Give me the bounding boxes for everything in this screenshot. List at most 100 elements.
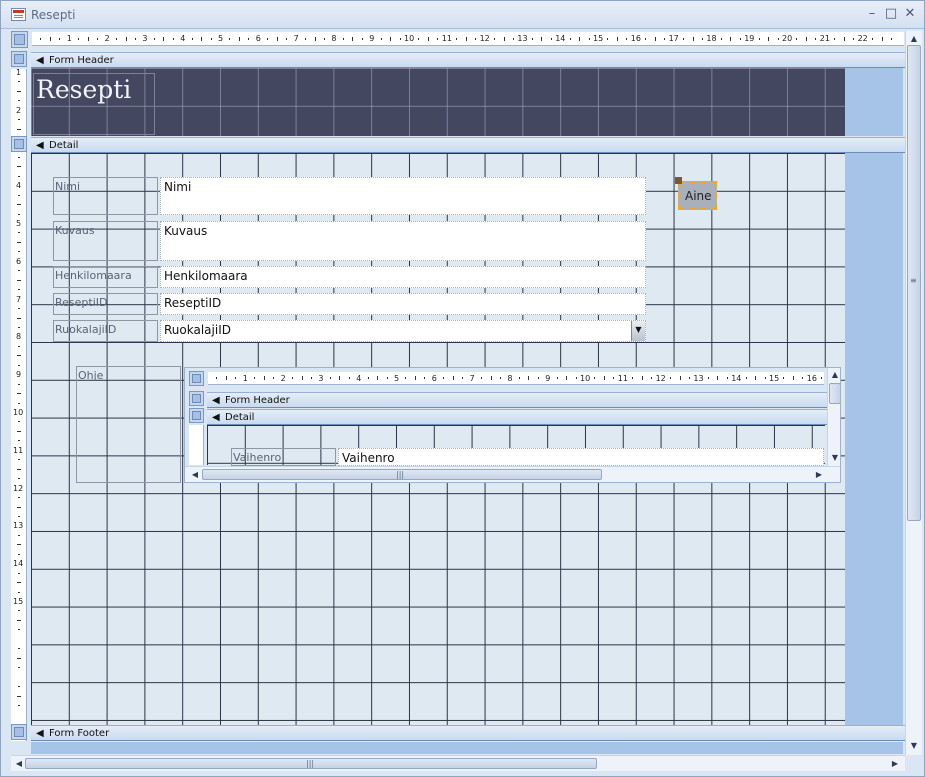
footer-selector[interactable] <box>11 724 27 740</box>
subform-detail-selector[interactable] <box>189 408 204 423</box>
ruler-tick <box>16 317 21 319</box>
scroll-left-icon[interactable]: ◀ <box>189 470 201 479</box>
textbox-kuvaus[interactable]: Kuvaus <box>160 221 646 261</box>
dropdown-arrow-icon[interactable]: ▼ <box>631 321 645 341</box>
ruler-number: 13 <box>517 34 528 43</box>
scroll-right-icon[interactable]: ▶ <box>889 759 901 768</box>
ruler-number: 1 <box>242 374 248 383</box>
window-title: Resepti <box>31 8 76 22</box>
textbox-vaihenro[interactable]: Vaihenro <box>338 448 824 466</box>
ruler-tick <box>679 376 681 380</box>
ruler-tick <box>17 572 20 574</box>
scroll-left-icon[interactable]: ◀ <box>13 759 25 768</box>
scroll-up-icon[interactable]: ▲ <box>829 370 840 379</box>
minimize-icon[interactable]: – <box>863 5 881 23</box>
title-label-box[interactable]: Resepti <box>33 73 155 135</box>
ruler-tick <box>17 326 20 328</box>
ruler-tick <box>276 36 278 41</box>
scroll-up-icon[interactable]: ▲ <box>908 34 920 43</box>
ruler-tick <box>556 377 558 379</box>
footer-area[interactable] <box>31 742 903 754</box>
ruler-tick <box>575 377 577 379</box>
ruler-tick <box>17 308 20 310</box>
selected-label-aine[interactable]: Aine <box>678 181 717 210</box>
subform-vscroll-thumb[interactable] <box>829 383 840 404</box>
form-header-bar[interactable]: ◀ Form Header <box>31 52 905 68</box>
ruler-number: 1 <box>66 34 72 43</box>
subform-header-bar[interactable]: ◀ Form Header <box>207 392 827 408</box>
ruler-number: 9 <box>545 374 551 383</box>
ruler-tick <box>739 37 741 40</box>
ruler-number: 19 <box>744 34 755 43</box>
ruler-tick <box>758 37 760 40</box>
detail-selector[interactable] <box>11 136 27 152</box>
label-vaihenro[interactable]: Vaihenro <box>231 448 336 466</box>
ruler-tick <box>163 36 165 41</box>
subform-control[interactable]: 1 2 3 4 5 6 7 8 9 10 11 12 13 14 15 16 ◀ Form Header ◀ … <box>184 367 841 483</box>
ruler-tick <box>481 377 483 379</box>
vertical-ruler[interactable]: 123456789101112131415 <box>11 69 27 741</box>
subform-horizontal-scrollbar[interactable]: ◀ ||| ▶ <box>185 466 840 482</box>
label-henkilomaara[interactable]: Henkilomaara <box>53 266 158 288</box>
ruler-number: 4 <box>356 374 362 383</box>
label-reseptiid[interactable]: ReseptiID <box>53 293 158 315</box>
label-nimi[interactable]: Nimi <box>53 177 158 215</box>
combobox-ruokalajiid[interactable]: RuokalajiID ▼ <box>160 320 646 342</box>
form-footer-bar[interactable]: ◀ Form Footer <box>31 725 905 741</box>
scroll-down-icon[interactable]: ▼ <box>908 741 920 750</box>
ruler-tick <box>528 376 530 380</box>
ruler-tick <box>342 37 344 40</box>
subform-vertical-scrollbar[interactable]: ▲ ▼ <box>827 368 840 466</box>
maximize-icon[interactable]: □ <box>882 5 900 23</box>
ruler-tick <box>17 364 20 366</box>
scroll-down-icon[interactable]: ▼ <box>829 453 840 462</box>
horizontal-scrollbar[interactable]: ◀ ||| ▶ <box>11 755 905 771</box>
close-icon[interactable]: ✕ <box>901 5 919 23</box>
ruler-tick <box>17 213 20 215</box>
ruler-number: 12 <box>13 483 24 493</box>
ruler-tick <box>201 36 203 41</box>
subform-detail-bar[interactable]: ◀ Detail <box>207 409 827 425</box>
ruler-tick <box>821 377 823 379</box>
ruler-tick <box>499 377 501 379</box>
ruler-number: 8 <box>16 332 22 342</box>
header-selector[interactable] <box>11 51 27 67</box>
subform-selector[interactable] <box>189 371 204 386</box>
title-bar[interactable]: Resepti – □ ✕ <box>1 1 924 29</box>
grip-icon: ||| <box>306 759 315 768</box>
detail-bar[interactable]: ◀ Detail <box>31 137 905 153</box>
section-arrow-icon: ◀ <box>36 140 44 151</box>
label-ohje[interactable]: Ohje <box>76 366 181 483</box>
subform-vertical-ruler[interactable] <box>189 425 204 465</box>
ruler-tick <box>594 377 596 379</box>
ruler-tick <box>17 232 20 234</box>
ruler-tick <box>890 37 892 40</box>
label-kuvaus[interactable]: Kuvaus <box>53 221 158 261</box>
ruler-number: 11 <box>441 34 452 43</box>
hscroll-thumb[interactable]: ||| <box>25 758 597 769</box>
horizontal-ruler[interactable]: 1 2 3 4 5 6 7 8 9 10 11 12 13 14 15 16 17 18 19 20 21 22 <box>32 32 904 46</box>
label-ruokalajiid[interactable]: RuokalajiID <box>53 320 158 342</box>
ruler-tick <box>352 36 354 41</box>
ruler-tick <box>796 37 798 40</box>
vscroll-thumb[interactable]: ≡ <box>907 45 921 521</box>
ruler-number: 10 <box>13 408 24 417</box>
subform-hscroll-thumb[interactable]: ||| <box>202 469 602 480</box>
move-handle[interactable] <box>675 177 682 184</box>
detail-label: Detail <box>49 140 79 151</box>
ruler-tick <box>314 36 316 41</box>
vertical-scrollbar[interactable]: ▲ ≡ ▼ <box>905 31 922 755</box>
textbox-henkilomaara[interactable]: Henkilomaara <box>160 266 646 288</box>
textbox-nimi[interactable]: Nimi <box>160 177 646 215</box>
ruler-tick <box>49 36 51 41</box>
ruler-tick <box>386 377 388 379</box>
ruler-tick <box>301 376 303 380</box>
ruler-tick <box>424 377 426 379</box>
form-selector[interactable] <box>11 31 28 48</box>
textbox-reseptiid[interactable]: ReseptiID <box>160 293 646 315</box>
scroll-right-icon[interactable]: ▶ <box>813 470 825 479</box>
ruler-tick <box>40 37 42 40</box>
ruler-tick <box>399 37 401 40</box>
subform-header-selector[interactable] <box>189 391 204 406</box>
subform-ruler[interactable]: 1 2 3 4 5 6 7 8 9 10 11 12 13 14 15 16 <box>208 372 824 385</box>
